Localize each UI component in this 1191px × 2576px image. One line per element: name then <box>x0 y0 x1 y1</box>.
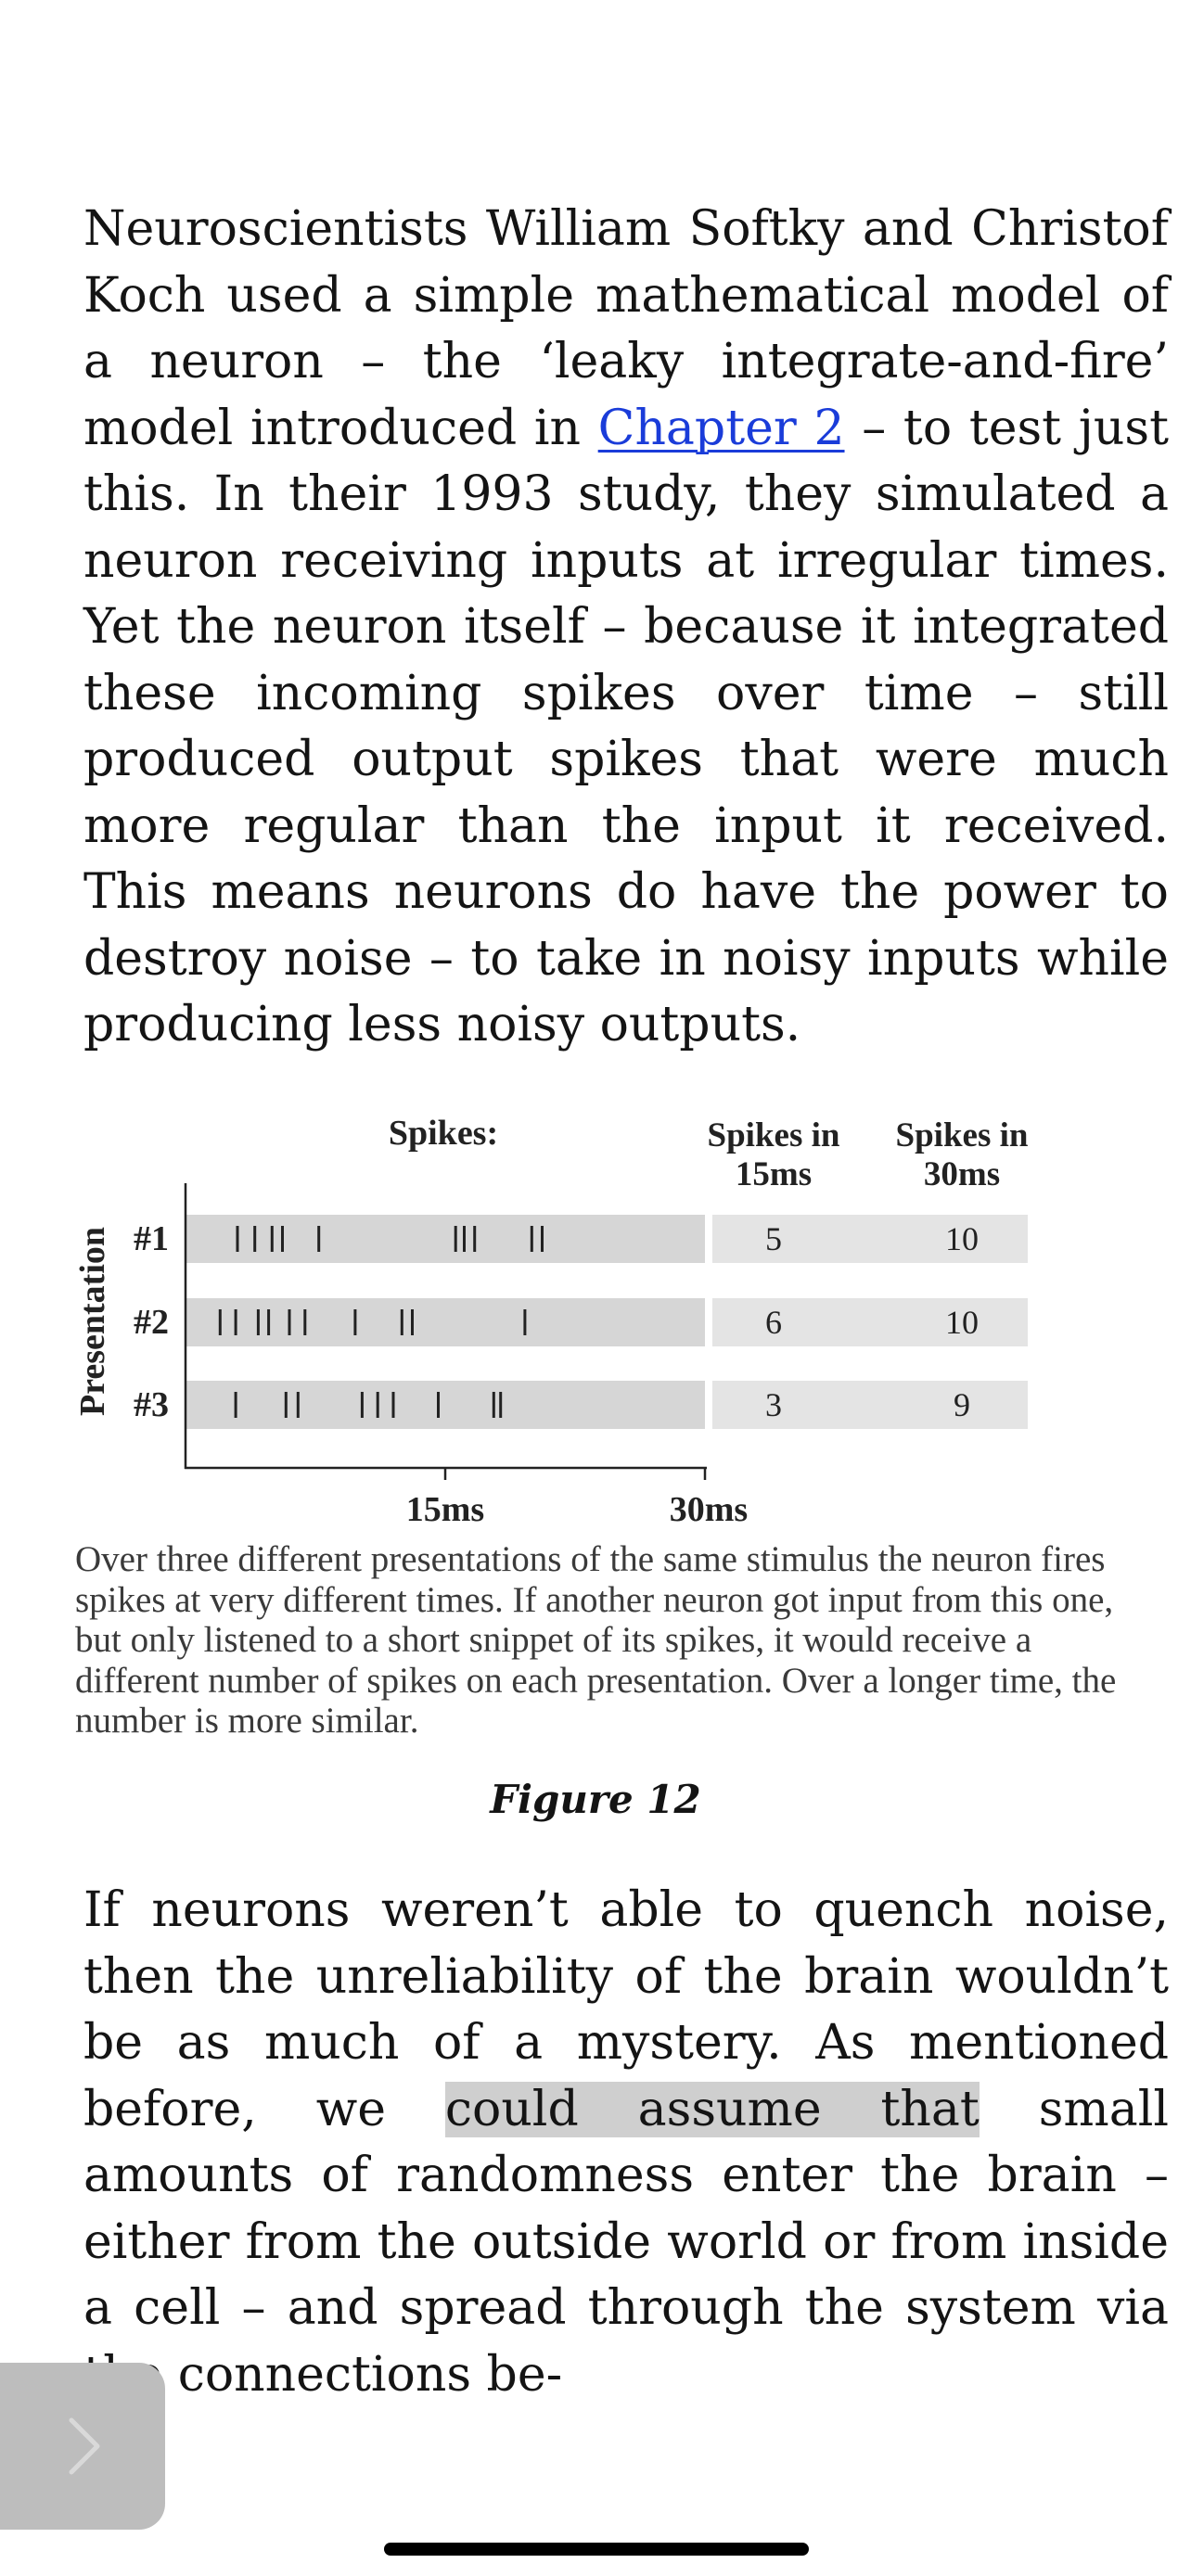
x-tick-label-30ms: 30ms <box>670 1490 748 1529</box>
count-30ms-row-3: 9 <box>954 1386 970 1423</box>
count-15ms-row-3: 3 <box>765 1386 782 1423</box>
count-30ms-row-1: 10 <box>945 1220 979 1257</box>
figure-label: Figure 12 <box>490 1777 701 1822</box>
spike-band-row-2 <box>186 1298 705 1346</box>
row-label-1: #1 <box>134 1219 169 1258</box>
row-label-3: #3 <box>134 1385 169 1424</box>
chapter-2-link[interactable]: Chapter 2 <box>598 401 845 456</box>
body-paragraph-2: If neurons weren’t able to quench noise,… <box>56 1878 1169 2408</box>
col-header-30ms-line2: 30ms <box>924 1155 1000 1193</box>
highlighted-text[interactable]: could assume that <box>444 2081 980 2137</box>
row-label-2: #2 <box>134 1303 169 1342</box>
spikes-header: Spikes: <box>389 1114 498 1153</box>
count-15ms-row-2: 6 <box>765 1304 782 1341</box>
chevron-right-icon <box>69 2417 100 2475</box>
spike-raster-chart: Spikes: Spikes in 15ms Spikes in 30ms Pr… <box>73 1114 1029 1529</box>
count-band-row-1 <box>712 1215 1028 1263</box>
count-band-row-3 <box>712 1381 1028 1429</box>
col-header-30ms-line1: Spikes in <box>896 1116 1029 1154</box>
x-tick-label-15ms: 15ms <box>406 1490 484 1529</box>
paragraph-1-text-b: – to test just this. In their 1993 study… <box>83 400 1169 1053</box>
y-axis-title: Presentation <box>73 1227 112 1416</box>
count-15ms-row-1: 5 <box>765 1220 782 1257</box>
home-indicator <box>384 2543 809 2556</box>
col-header-15ms-line2: 15ms <box>736 1155 812 1193</box>
count-30ms-row-2: 10 <box>945 1304 979 1341</box>
body-paragraph-1: Neuroscientists William Softky and Chris… <box>56 197 1169 1059</box>
count-band-row-2 <box>712 1298 1028 1346</box>
next-page-button[interactable] <box>0 2363 165 2530</box>
col-header-15ms-line1: Spikes in <box>708 1116 840 1154</box>
spike-band-row-1 <box>186 1215 705 1263</box>
figure-caption: Over three different presentations of th… <box>75 1539 1117 1741</box>
spike-band-row-3 <box>186 1381 705 1429</box>
